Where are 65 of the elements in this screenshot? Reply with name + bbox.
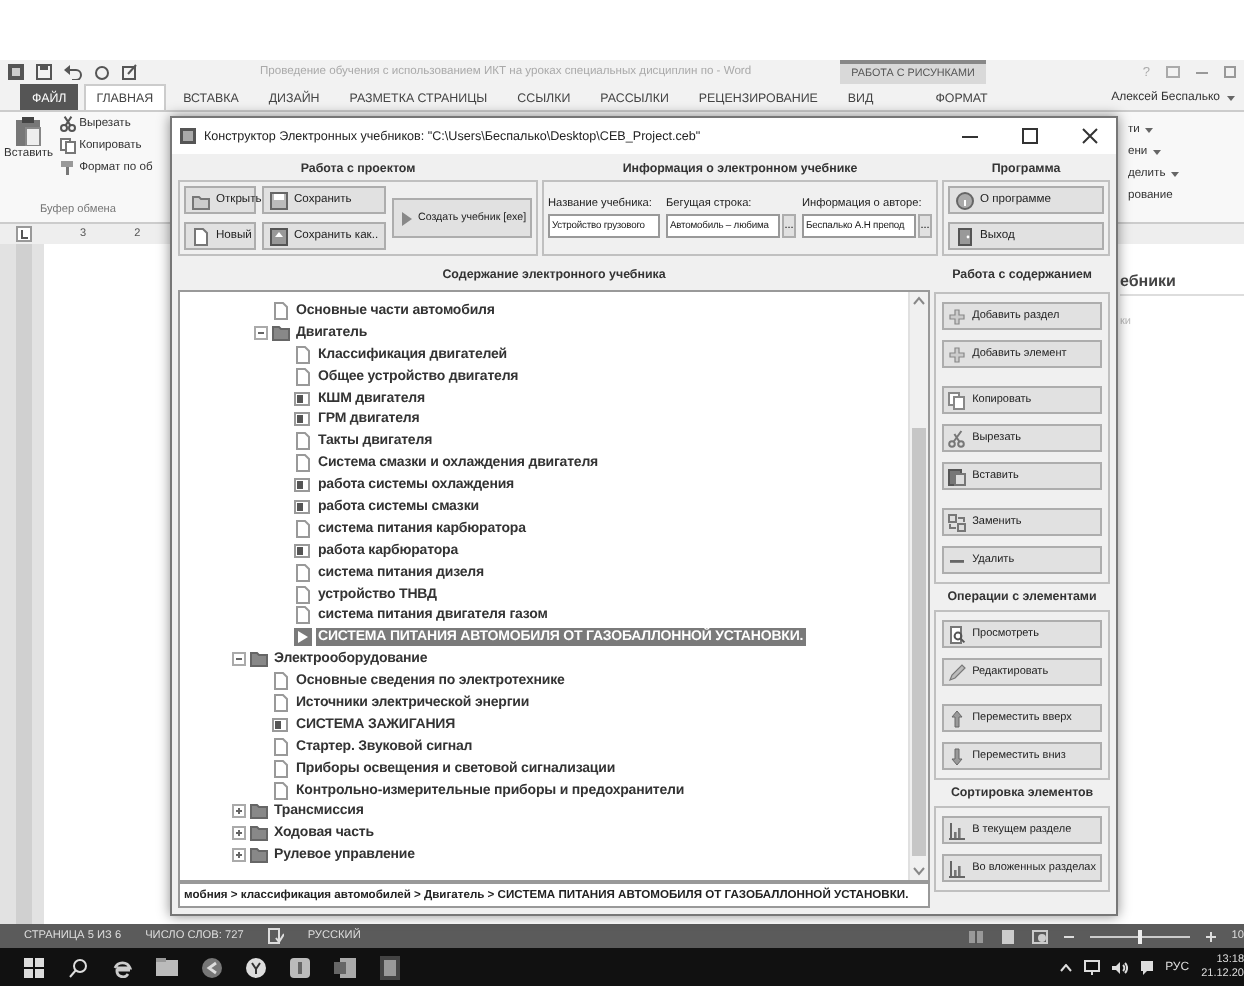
page-icon	[294, 519, 312, 538]
chevron-app-icon[interactable]	[202, 957, 222, 977]
copy-icon	[59, 138, 76, 154]
maximize-icon[interactable]	[1224, 66, 1236, 78]
close-icon	[1082, 128, 1098, 144]
scroll-down-icon[interactable]	[912, 866, 927, 876]
door-icon	[956, 227, 974, 245]
proofing-icon[interactable]	[267, 928, 284, 944]
scissors-icon	[948, 429, 967, 447]
play-icon	[294, 628, 312, 647]
info-icon	[956, 191, 974, 209]
scroll-up-icon[interactable]	[912, 296, 927, 306]
start-icon[interactable]	[24, 957, 44, 977]
document-heading: ебники	[1120, 272, 1244, 296]
read-mode-icon[interactable]	[967, 929, 984, 943]
zoom-slider-thumb[interactable]	[1137, 929, 1142, 943]
down-arrow-icon	[948, 747, 967, 765]
volume-icon[interactable]	[1111, 959, 1128, 975]
search-icon[interactable]	[68, 957, 88, 977]
plus-icon	[948, 345, 967, 363]
undo-icon[interactable]	[64, 64, 82, 80]
expander-icon[interactable]	[232, 804, 246, 819]
media-icon	[294, 541, 312, 560]
save-icon[interactable]	[36, 64, 52, 80]
brush-icon	[59, 160, 76, 176]
folder-icon	[192, 191, 210, 209]
scrollbar[interactable]	[908, 292, 929, 880]
expander-icon[interactable]	[254, 325, 268, 340]
sort-icon	[948, 821, 967, 839]
preview-icon	[948, 625, 967, 643]
round-app-icon[interactable]	[246, 957, 266, 977]
pencil-icon	[948, 663, 967, 681]
media-icon	[272, 715, 290, 734]
app-icon[interactable]	[8, 64, 24, 80]
page-icon	[272, 301, 290, 320]
tile-app-icon[interactable]	[290, 957, 310, 977]
window-app-icon[interactable]	[380, 955, 400, 979]
word-app-icon[interactable]	[334, 957, 356, 977]
copy-icon	[948, 391, 967, 409]
maximize-icon	[1022, 128, 1038, 144]
expander-icon[interactable]	[232, 826, 246, 841]
folder-icon	[250, 650, 268, 669]
play-icon	[400, 209, 414, 227]
minimize-icon[interactable]	[1196, 66, 1208, 78]
print-layout-icon[interactable]	[999, 929, 1016, 943]
scissors-icon	[59, 116, 76, 132]
plus-icon	[948, 307, 967, 325]
browser-icon[interactable]	[112, 957, 132, 977]
tab-stop-icon[interactable]	[16, 226, 32, 242]
app-icon	[180, 128, 196, 144]
tray-caret-icon[interactable]	[1059, 963, 1072, 971]
notification-icon[interactable]	[1139, 959, 1154, 975]
swap-icon	[948, 513, 967, 531]
edit-icon[interactable]	[122, 64, 138, 80]
clipboard-icon	[948, 467, 967, 485]
folder-icon	[272, 323, 290, 342]
folder-icon[interactable]	[156, 958, 178, 976]
expander-icon[interactable]	[232, 652, 246, 667]
zoom-in-icon[interactable]	[1205, 931, 1216, 941]
expander-icon[interactable]	[232, 848, 246, 863]
up-arrow-icon	[948, 709, 967, 727]
network-icon[interactable]	[1083, 959, 1100, 975]
web-layout-icon[interactable]	[1031, 929, 1048, 943]
sort-icon	[948, 859, 967, 877]
caret-icon	[1226, 93, 1236, 101]
